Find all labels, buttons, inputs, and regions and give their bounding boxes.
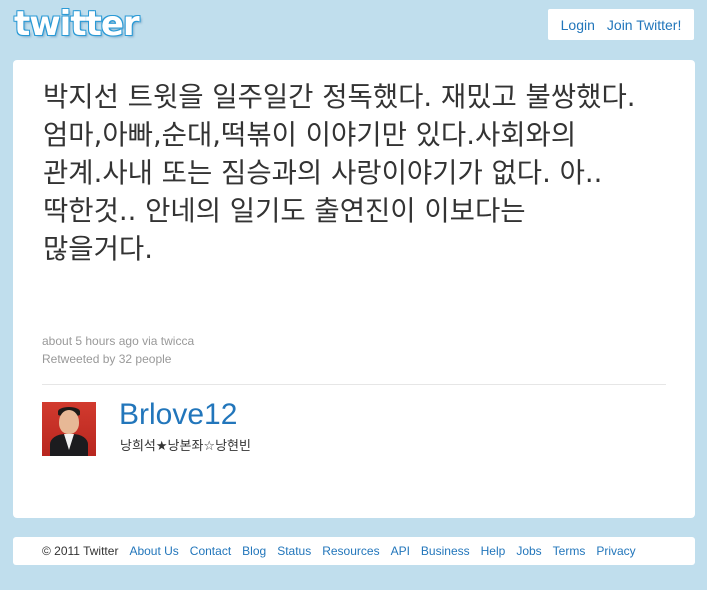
twitter-logo[interactable]: twitter: [14, 4, 140, 44]
avatar[interactable]: [42, 402, 96, 456]
retweeters-link[interactable]: 32 people: [119, 352, 172, 366]
tweet-timestamp-link[interactable]: about 5 hours ago: [42, 334, 139, 348]
footer-link-contact[interactable]: Contact: [190, 544, 231, 558]
footer-link-blog[interactable]: Blog: [242, 544, 266, 558]
tweet-text: 박지선 트윗을 일주일간 정독했다. 재밌고 불쌍했다. 엄마,아빠,순대,떡볶…: [43, 81, 636, 265]
retweet-line: Retweeted by 32 people: [42, 350, 194, 368]
footer-link-help[interactable]: Help: [481, 544, 506, 558]
footer-link-about-us[interactable]: About Us: [129, 544, 178, 558]
via-app-link[interactable]: twicca: [161, 334, 194, 348]
auth-links: Login Join Twitter!: [548, 9, 694, 40]
join-twitter-link[interactable]: Join Twitter!: [607, 17, 681, 33]
tweet-timestamp-line: about 5 hours ago via twicca: [42, 332, 194, 350]
footer-link-business[interactable]: Business: [421, 544, 470, 558]
footer-link-privacy[interactable]: Privacy: [596, 544, 635, 558]
login-link[interactable]: Login: [561, 17, 595, 33]
divider: [42, 384, 666, 385]
footer-link-api[interactable]: API: [391, 544, 410, 558]
via-label: via: [142, 334, 158, 348]
retweet-label: Retweeted by: [42, 352, 116, 366]
footer-link-resources[interactable]: Resources: [322, 544, 379, 558]
author-full-name: 낭희석★낭본좌☆낭현빈: [120, 439, 251, 454]
tweet-meta: about 5 hours ago via twicca Retweeted b…: [42, 332, 194, 368]
footer: © 2011 Twitter About Us Contact Blog Sta…: [13, 537, 695, 565]
avatar-face: [59, 410, 79, 434]
footer-link-terms[interactable]: Terms: [553, 544, 586, 558]
copyright-text: © 2011 Twitter: [42, 544, 119, 558]
tweet-card: 박지선 트윗을 일주일간 정독했다. 재밌고 불쌍했다. 엄마,아빠,순대,떡볶…: [13, 60, 695, 518]
author-screen-name-link[interactable]: Brlove12: [119, 398, 237, 432]
footer-link-status[interactable]: Status: [277, 544, 311, 558]
footer-link-jobs[interactable]: Jobs: [516, 544, 541, 558]
